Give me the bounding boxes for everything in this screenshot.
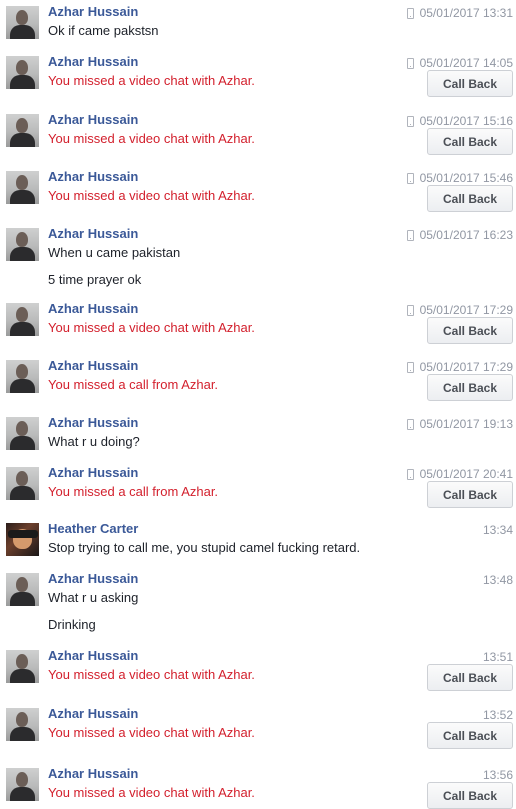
timestamp-text: 13:34 [482, 523, 513, 537]
timestamp: 05/01/2017 14:05 [406, 56, 513, 70]
call-back-button[interactable]: Call Back [427, 374, 513, 401]
mobile-phone-icon [406, 361, 414, 373]
message-text: 5 time prayer ok [48, 272, 142, 287]
timestamp: 13:56 [483, 768, 513, 782]
timestamp: 05/01/2017 17:29 [406, 360, 513, 374]
sender-name[interactable]: Azhar Hussain [48, 226, 138, 241]
message-text: Ok if came pakstsn [48, 23, 159, 38]
avatar[interactable] [6, 114, 39, 147]
sender-name[interactable]: Azhar Hussain [48, 54, 138, 69]
timestamp-text: 13:48 [482, 573, 513, 587]
message-text: Stop trying to call me, you stupid camel… [48, 540, 361, 555]
timestamp-text: 05/01/2017 19:13 [419, 417, 513, 431]
timestamp: 05/01/2017 20:41 [406, 467, 513, 481]
timestamp-text: 05/01/2017 15:16 [419, 114, 513, 128]
call-back-button[interactable]: Call Back [427, 317, 513, 344]
sender-name[interactable]: Azhar Hussain [48, 766, 138, 781]
timestamp: 13:52 [483, 708, 513, 722]
call-back-button[interactable]: Call Back [427, 70, 513, 97]
call-back-button[interactable]: Call Back [427, 185, 513, 212]
sender-name[interactable]: Heather Carter [48, 521, 138, 536]
message-text: What r u doing? [48, 434, 140, 449]
sender-name[interactable]: Azhar Hussain [48, 112, 138, 127]
missed-call-text: You missed a call from Azhar. [48, 377, 219, 392]
avatar[interactable] [6, 303, 39, 336]
avatar[interactable] [6, 6, 39, 39]
sender-name[interactable]: Azhar Hussain [48, 358, 138, 373]
timestamp: 13:48 [483, 573, 513, 587]
mobile-phone-icon [406, 57, 414, 69]
sender-name[interactable]: Azhar Hussain [48, 571, 138, 586]
timestamp: 05/01/2017 15:46 [406, 171, 513, 185]
missed-video-chat-text: You missed a video chat with Azhar. [48, 725, 255, 740]
mobile-phone-icon [406, 229, 414, 241]
avatar[interactable] [6, 768, 39, 801]
timestamp-text: 05/01/2017 20:41 [419, 467, 513, 481]
missed-video-chat-text: You missed a video chat with Azhar. [48, 131, 255, 146]
call-back-button[interactable]: Call Back [427, 128, 513, 155]
call-back-button[interactable]: Call Back [427, 722, 513, 749]
missed-video-chat-text: You missed a video chat with Azhar. [48, 667, 255, 682]
mobile-phone-icon [406, 468, 414, 480]
avatar[interactable] [6, 467, 39, 500]
message-text: When u came pakistan [48, 245, 181, 260]
timestamp-text: 05/01/2017 14:05 [419, 56, 513, 70]
call-back-button[interactable]: Call Back [427, 782, 513, 809]
mobile-phone-icon [406, 304, 414, 316]
timestamp-text: 05/01/2017 13:31 [419, 6, 513, 20]
call-back-button[interactable]: Call Back [427, 481, 513, 508]
timestamp-text: 05/01/2017 17:29 [419, 360, 513, 374]
timestamp-text: 05/01/2017 16:23 [419, 228, 513, 242]
timestamp: 13:34 [483, 523, 513, 537]
missed-video-chat-text: You missed a video chat with Azhar. [48, 73, 255, 88]
avatar[interactable] [6, 417, 39, 450]
timestamp-text: 13:52 [482, 708, 513, 722]
sender-name[interactable]: Azhar Hussain [48, 301, 138, 316]
timestamp-text: 13:51 [482, 650, 513, 664]
sender-name[interactable]: Azhar Hussain [48, 648, 138, 663]
missed-video-chat-text: You missed a video chat with Azhar. [48, 785, 255, 800]
mobile-phone-icon [406, 7, 414, 19]
avatar[interactable] [6, 650, 39, 683]
sender-name[interactable]: Azhar Hussain [48, 4, 138, 19]
missed-call-text: You missed a call from Azhar. [48, 484, 219, 499]
sender-name[interactable]: Azhar Hussain [48, 415, 138, 430]
sender-name[interactable]: Azhar Hussain [48, 465, 138, 480]
timestamp: 05/01/2017 16:23 [406, 228, 513, 242]
timestamp: 05/01/2017 15:16 [406, 114, 513, 128]
timestamp: 13:51 [483, 650, 513, 664]
mobile-phone-icon [406, 418, 414, 430]
timestamp-text: 13:56 [482, 768, 513, 782]
timestamp-text: 05/01/2017 15:46 [419, 171, 513, 185]
avatar[interactable] [6, 523, 39, 556]
missed-video-chat-text: You missed a video chat with Azhar. [48, 188, 255, 203]
message-text: What r u asking [48, 590, 139, 605]
avatar[interactable] [6, 573, 39, 606]
avatar[interactable] [6, 228, 39, 261]
call-back-button[interactable]: Call Back [427, 664, 513, 691]
timestamp: 05/01/2017 13:31 [406, 6, 513, 20]
timestamp: 05/01/2017 19:13 [406, 417, 513, 431]
mobile-phone-icon [406, 172, 414, 184]
avatar[interactable] [6, 708, 39, 741]
mobile-phone-icon [406, 115, 414, 127]
sender-name[interactable]: Azhar Hussain [48, 169, 138, 184]
avatar[interactable] [6, 56, 39, 89]
avatar[interactable] [6, 360, 39, 393]
sender-name[interactable]: Azhar Hussain [48, 706, 138, 721]
timestamp: 05/01/2017 17:29 [406, 303, 513, 317]
avatar[interactable] [6, 171, 39, 204]
missed-video-chat-text: You missed a video chat with Azhar. [48, 320, 255, 335]
timestamp-text: 05/01/2017 17:29 [419, 303, 513, 317]
message-text: Drinking [48, 617, 96, 632]
